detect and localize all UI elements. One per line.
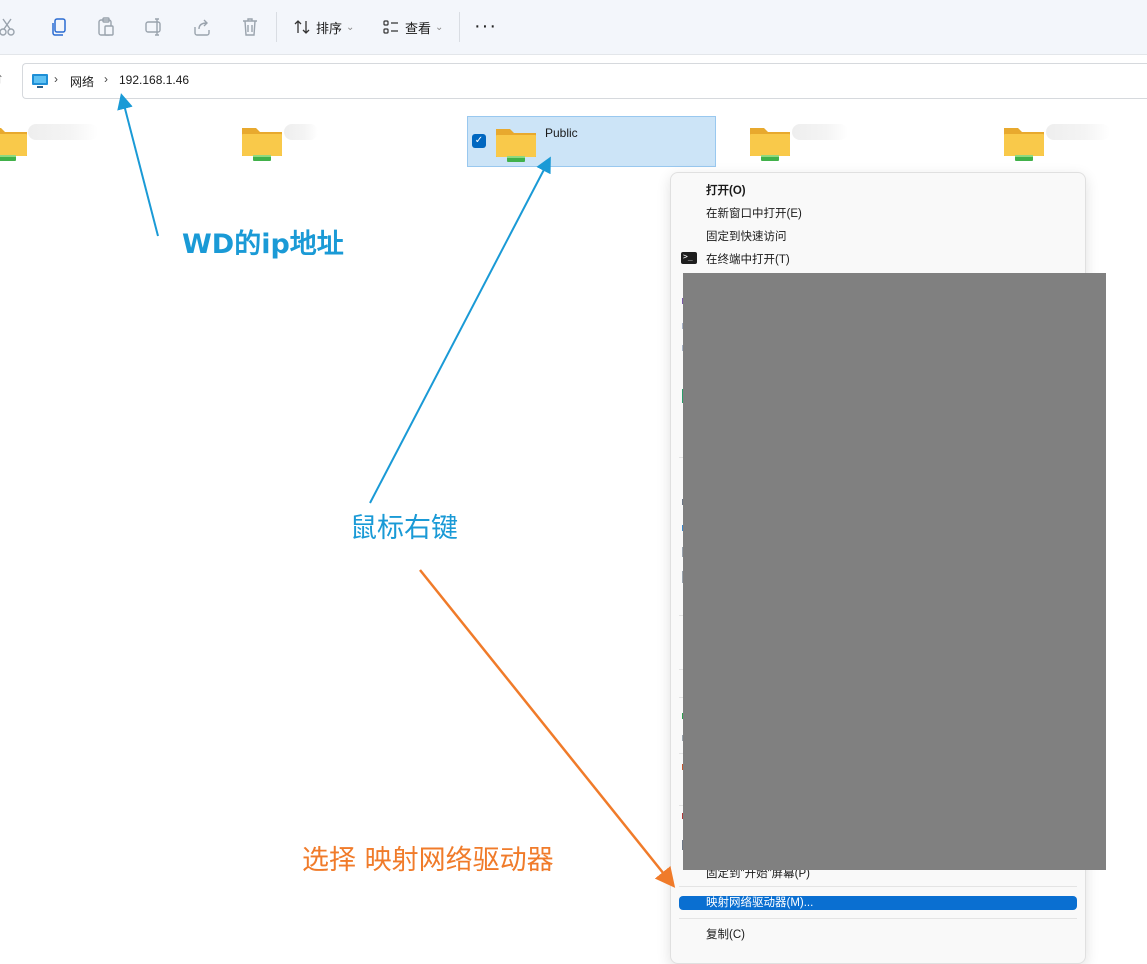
paste-icon[interactable] [94,15,118,39]
network-folder-icon [494,121,538,165]
redacted-folder-label [284,124,318,140]
terminal-icon: >_ [681,252,697,264]
up-arrow-icon[interactable]: ↑ [0,70,4,87]
arrow-to-map-drive [419,569,676,888]
menu-separator [679,918,1077,919]
annotation-map-note: 选择 映射网络驱动器 [302,845,554,876]
arrow-to-ip [117,93,159,237]
breadcrumb-separator-icon[interactable]: › [104,72,108,86]
sort-icon [294,20,310,34]
copy-icon[interactable] [47,15,71,39]
address-bar[interactable]: › 网络 › 192.168.1.46 [22,63,1147,99]
computer-icon [32,74,48,88]
share-icon[interactable] [190,15,214,39]
sort-button[interactable]: 排序 ⌄ [292,14,354,40]
breadcrumb-network[interactable]: 网络 [70,73,94,90]
view-icon [383,20,398,34]
sort-label: 排序 [316,20,343,36]
cut-icon[interactable] [0,15,20,39]
network-folder[interactable] [240,120,284,169]
redaction-block [683,273,1106,870]
breadcrumb-separator-icon[interactable]: › [54,72,58,86]
network-folder-icon [748,120,792,164]
network-folder-icon [0,120,29,164]
network-folder[interactable] [1002,120,1046,169]
annotation-ip-note: WD的ip地址 [182,229,344,260]
network-folder-icon [240,120,284,164]
breadcrumb-ip[interactable]: 192.168.1.46 [119,73,189,87]
menu-item-map-network-drive-label: 映射网络驱动器(M)... [706,897,814,909]
chevron-down-icon: ⌄ [435,21,444,33]
menu-separator [679,886,1077,887]
folder-label-public: Public [545,126,578,140]
view-button[interactable]: 查看 ⌄ [381,14,443,40]
annotation-right-click-note: 鼠标右键 [350,513,458,544]
menu-item-map-network-drive[interactable]: 映射网络驱动器(M)... [679,896,1077,910]
view-label: 查看 [405,20,432,36]
menu-item-open-new-window[interactable]: 在新窗口中打开(E) [706,205,802,221]
redacted-folder-label [1046,124,1110,140]
menu-item-pin-quick-access[interactable]: 固定到快速访问 [706,228,787,244]
toolbar-separator [276,12,277,42]
network-folder[interactable] [748,120,792,169]
menu-item-copy[interactable]: 复制(C) [706,926,745,942]
chevron-down-icon: ⌄ [346,21,355,33]
redacted-folder-label [28,124,98,140]
network-folder-icon [1002,120,1046,164]
delete-icon[interactable] [238,15,262,39]
rename-icon[interactable] [142,15,166,39]
redacted-folder-label [792,124,848,140]
network-folder[interactable] [0,120,29,169]
menu-item-open-in-terminal[interactable]: 在终端中打开(T) [706,251,790,267]
arrow-to-public-folder [369,156,551,504]
toolbar-separator [459,12,460,42]
checkbox-checked-icon[interactable]: ✓ [472,134,486,148]
more-options-button[interactable]: ··· [474,16,497,36]
public-folder-tile[interactable]: ✓ Public [467,116,716,167]
menu-item-open[interactable]: 打开(O) [706,182,746,198]
command-bar: 排序 ⌄ 查看 ⌄ ··· [0,0,1147,55]
